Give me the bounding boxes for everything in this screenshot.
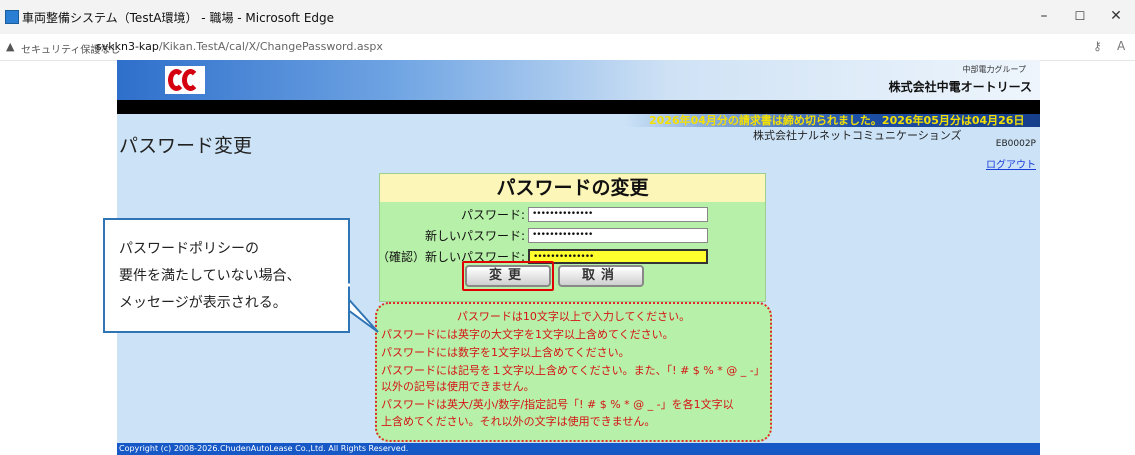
maximize-icon[interactable]: ☐	[1070, 8, 1090, 24]
form-heading: パスワードの変更	[380, 174, 765, 202]
password-form: パスワードの変更 パスワード: •••••••••••••• 新しいパスワード:…	[377, 173, 766, 302]
cancel-button[interactable]: 取消	[558, 265, 644, 287]
key-icon[interactable]: ⚷	[1093, 39, 1102, 53]
warning-icon[interactable]: ▲	[6, 40, 14, 53]
confirm-password-input[interactable]: ••••••••••••••	[528, 249, 708, 264]
minimize-icon[interactable]: –	[1034, 8, 1054, 24]
annotation-callout: パスワードポリシーの 要件を満たしていない場合、 メッセージが表示される。	[103, 218, 350, 333]
message-line: 上含めてください。それ以外の文字は使用できません。	[381, 415, 656, 428]
new-password-label: 新しいパスワード:	[424, 229, 525, 243]
url-host: svkkn3-kap	[96, 40, 159, 53]
callout-line: メッセージが表示される。	[119, 295, 287, 311]
close-icon[interactable]: ✕	[1106, 8, 1126, 24]
notice-bar: 2026年04月分の請求書は締め切られました。2026年05月分は04月26日	[117, 114, 1040, 127]
screen-id: EB0002P	[995, 139, 1036, 149]
logo	[165, 66, 205, 94]
header-divider	[117, 100, 1040, 114]
message-line: パスワードには英字の大文字を1文字以上含めてください。	[381, 328, 674, 341]
group-name: 中部電力グループ	[962, 65, 1026, 74]
validation-messages: パスワードは10文字以上で入力してください。 パスワードには英字の大文字を1文字…	[375, 302, 772, 442]
message-line: パスワードには記号を１文字以上含めてください。また、「! # $ % * @ _…	[381, 364, 765, 377]
message-line: 以外の記号は使用できません。	[381, 380, 535, 393]
url-text[interactable]: svkkn3-kap/Kikan.TestA/cal/X/ChangePassw…	[96, 40, 383, 53]
app-icon	[5, 10, 19, 24]
notice-text: 2026年04月分の請求書は締め切られました。2026年05月分は04月26日	[649, 114, 1025, 127]
message-line: パスワードには数字を1文字以上含めてください。	[381, 346, 630, 359]
footer: Copyright (c) 2008-2026.ChudenAutoLease …	[117, 443, 1040, 455]
change-button[interactable]: 変更	[465, 265, 551, 287]
page-title: パスワード変更	[119, 135, 253, 157]
callout-line: 要件を満たしていない場合、	[119, 268, 301, 284]
current-password-label: パスワード:	[460, 208, 525, 222]
current-password-input[interactable]: ••••••••••••••	[528, 207, 708, 222]
address-bar[interactable]: ▲ セキュリティ保護なし svkkn3-kap/Kikan.TestA/cal/…	[0, 34, 1135, 61]
window-title: 車両整備システム（TestA環境） - 職場 - Microsoft Edge	[22, 11, 335, 25]
read-aloud-icon[interactable]: A	[1117, 39, 1125, 53]
logo-mark-right	[182, 69, 199, 91]
browser-titlebar: 車両整備システム（TestA環境） - 職場 - Microsoft Edge …	[0, 0, 1135, 35]
new-password-input[interactable]: ••••••••••••••	[528, 228, 708, 243]
message-line: パスワードは10文字以上で入力してください。	[456, 310, 691, 323]
company-name: 株式会社中電オートリース	[888, 80, 1032, 94]
copyright: Copyright (c) 2008-2026.ChudenAutoLease …	[119, 444, 409, 453]
logout-link[interactable]: ログアウト	[986, 156, 1036, 171]
callout-line: パスワードポリシーの	[119, 241, 259, 257]
url-path: /Kikan.TestA/cal/X/ChangePassword.aspx	[158, 40, 383, 53]
vendor-name: 株式会社ナルネットコミュニケーションズ	[753, 129, 962, 142]
message-line: パスワードは英大/英小/数字/指定記号「! # $ % * @ _ -」を各1文…	[381, 398, 734, 411]
site-header: 中部電力グループ 株式会社中電オートリース	[117, 60, 1040, 100]
